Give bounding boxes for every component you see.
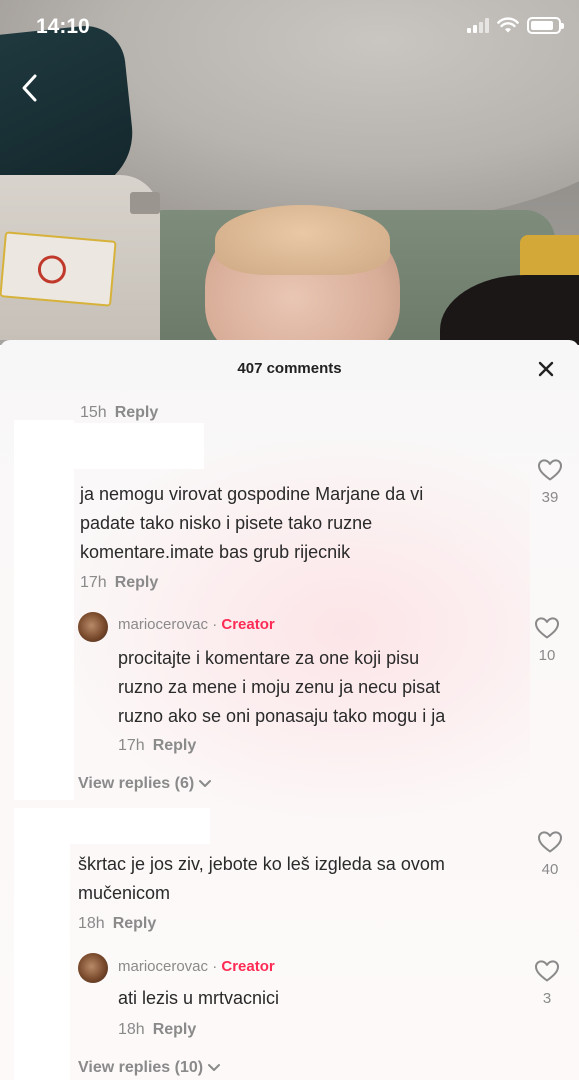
comment-meta: 15h Reply <box>80 404 158 422</box>
reply-text: procitajte i komentare za one koji pisu … <box>118 648 446 726</box>
reply-username-row: mariocerovac · Creator <box>118 616 275 633</box>
comment-time: 17h <box>80 574 107 591</box>
close-button[interactable] <box>535 358 557 380</box>
avatar[interactable] <box>78 612 108 642</box>
reply-button[interactable]: Reply <box>113 915 157 932</box>
comment-meta: 17h Reply <box>80 574 158 592</box>
reply-username-row: mariocerovac · Creator <box>118 958 275 975</box>
heart-icon <box>535 617 559 639</box>
reply-meta: 18h Reply <box>118 1021 196 1039</box>
chevron-down-icon <box>208 1064 221 1071</box>
heart-icon <box>538 459 562 481</box>
reply-button[interactable]: Reply <box>153 737 197 754</box>
like-button[interactable]: 10 <box>527 616 567 664</box>
separator: · <box>208 958 222 975</box>
chevron-left-icon <box>22 74 37 102</box>
status-time: 14:10 <box>36 15 90 38</box>
visor-clip <box>130 192 160 214</box>
battery-fill <box>531 21 554 30</box>
comment-text: škrtac je jos ziv, jebote ko leš izgleda… <box>78 854 445 903</box>
close-icon <box>538 361 554 377</box>
like-count: 3 <box>542 990 552 1007</box>
like-button[interactable]: 3 <box>527 959 567 1007</box>
redacted-avatar <box>14 808 70 1080</box>
battery-icon <box>527 17 564 34</box>
reply-time: 17h <box>118 737 145 754</box>
reply-text: ati lezis u mrtvacnici <box>118 988 280 1008</box>
reply-time: 18h <box>118 1021 145 1038</box>
heart-icon <box>538 831 562 853</box>
chevron-down-icon <box>199 780 212 787</box>
reply-meta: 17h Reply <box>118 737 196 755</box>
comment-time: 15h <box>80 404 107 421</box>
back-button[interactable] <box>12 70 48 106</box>
wifi-icon <box>497 17 519 33</box>
username[interactable]: mariocerovac <box>118 616 208 633</box>
cellular-signal-icon <box>467 18 489 33</box>
avatar[interactable] <box>78 953 108 983</box>
status-icons <box>467 17 564 34</box>
redacted-avatar <box>14 420 74 800</box>
video-player[interactable] <box>0 0 579 345</box>
like-count: 40 <box>541 861 559 878</box>
heart-icon <box>535 960 559 982</box>
comment-time: 18h <box>78 915 105 932</box>
like-count: 39 <box>541 489 559 506</box>
reply-button[interactable]: Reply <box>153 1021 197 1038</box>
view-replies-button[interactable]: View replies (6) <box>78 775 212 793</box>
comment-meta: 18h Reply <box>78 915 156 933</box>
view-replies-button[interactable]: View replies (10) <box>78 1059 221 1077</box>
comment-text: ja nemogu virovat gospodine Marjane da v… <box>80 484 424 562</box>
person-hair <box>215 205 390 275</box>
reply-button[interactable]: Reply <box>115 574 159 591</box>
like-button[interactable]: 39 <box>530 458 570 506</box>
comments-sheet: 407 comments 15h Reply ja nemogu virovat … <box>0 340 579 1080</box>
creator-badge: Creator <box>221 616 275 633</box>
visor-warning-label <box>0 231 117 307</box>
reply-button[interactable]: Reply <box>115 404 159 421</box>
creator-badge: Creator <box>221 958 275 975</box>
separator: · <box>208 616 222 633</box>
comments-count-title: 407 comments <box>237 360 342 377</box>
username[interactable]: mariocerovac <box>118 958 208 975</box>
like-button[interactable]: 40 <box>530 830 570 878</box>
like-count: 10 <box>538 647 556 664</box>
